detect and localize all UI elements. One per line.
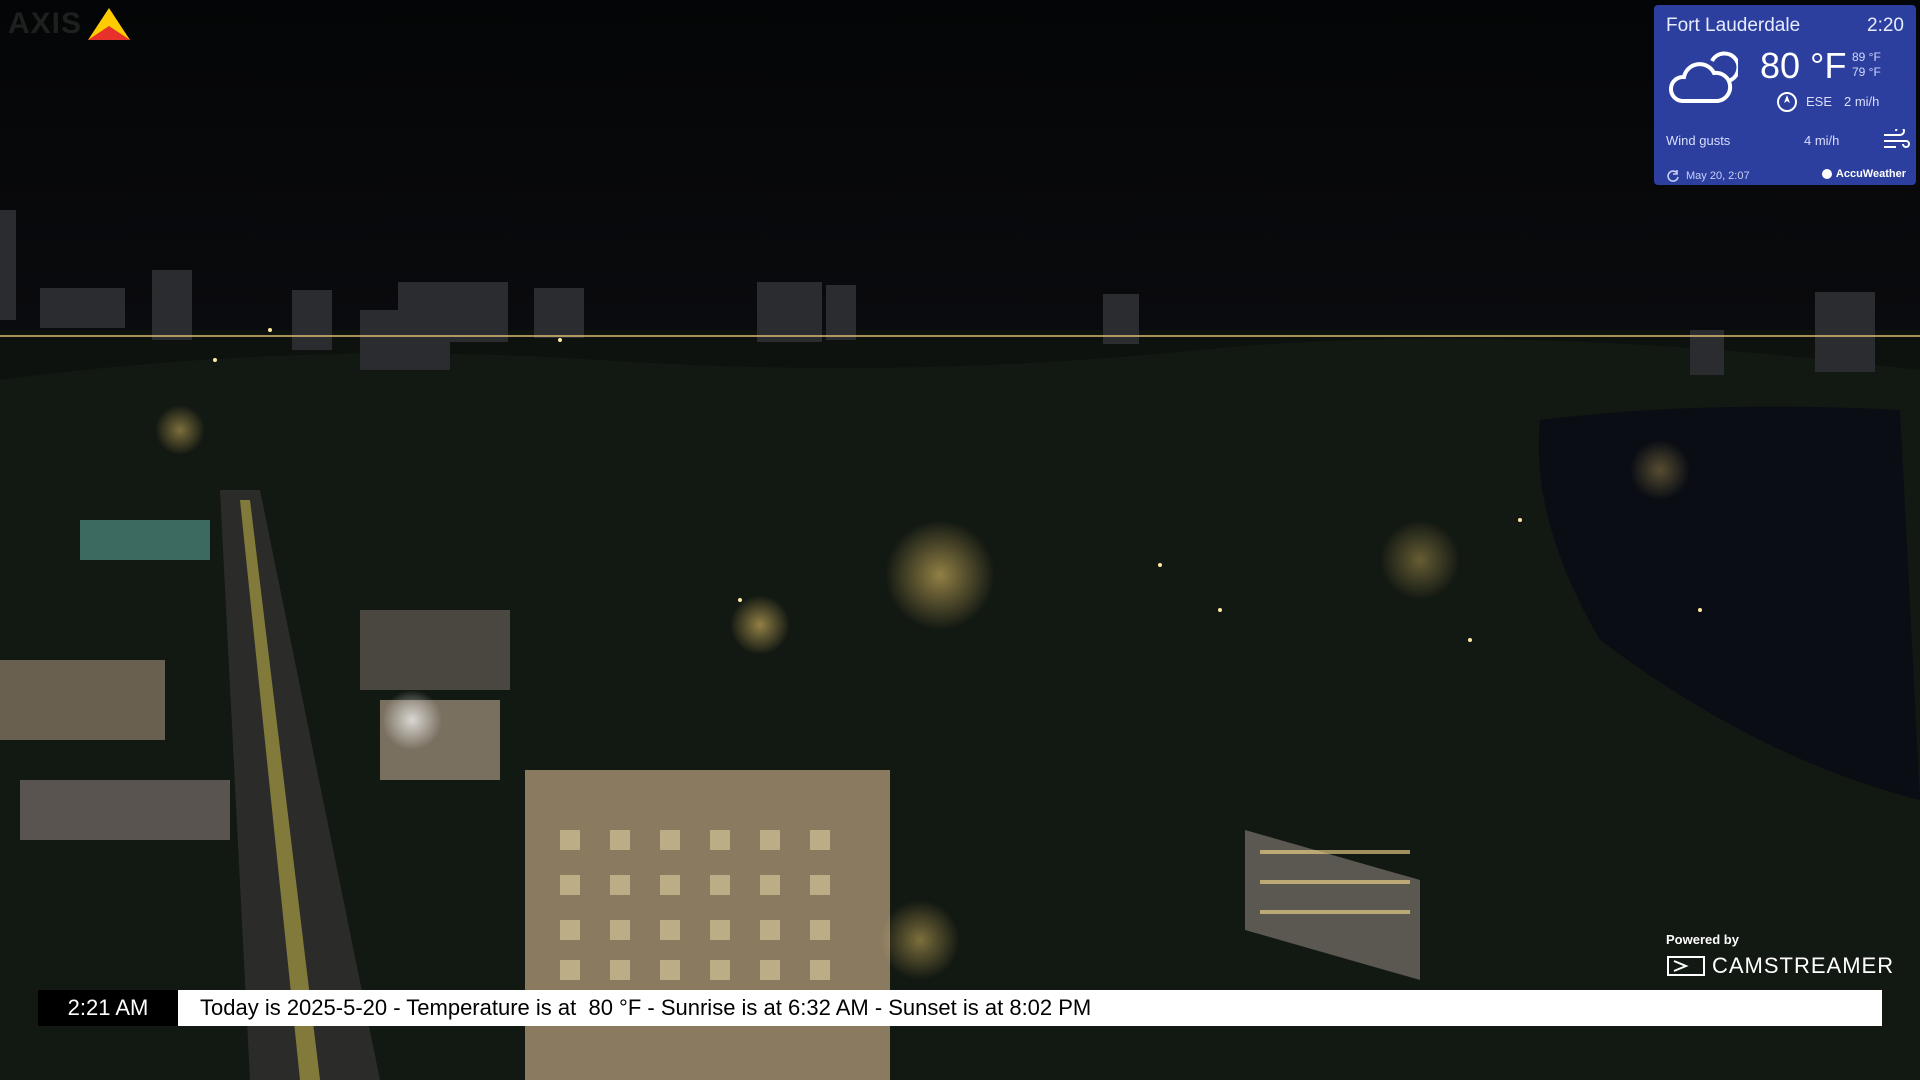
powered-by-camstreamer: Powered by CAMSTREAMER: [1666, 932, 1894, 979]
ticker-message: Today is 2025-5-20 - Temperature is at 8…: [178, 990, 1882, 1026]
axis-logo: AXIS: [8, 6, 132, 42]
wind-speed: 2 mi/h: [1844, 94, 1880, 109]
weather-low: 79 °F: [1852, 65, 1881, 79]
accuweather-sun-icon: [1821, 169, 1832, 179]
camstreamer-brand-text: CAMSTREAMER: [1712, 953, 1895, 978]
powered-by-label: Powered by: [1666, 932, 1739, 947]
weather-time: 2:20: [1867, 15, 1904, 36]
weather-updated-time: May 20, 2:07: [1686, 170, 1750, 182]
axis-triangle-icon: [88, 8, 131, 40]
ticker-clock: 2:21 AM: [38, 990, 178, 1026]
partly-cloudy-night-icon: [1669, 51, 1738, 103]
accuweather-brand-text: AccuWeather: [1835, 168, 1906, 180]
axis-logo-text: AXIS: [8, 7, 83, 40]
weather-city: Fort Lauderdale: [1666, 15, 1801, 36]
camstreamer-logo: CAMSTREAMER: [1666, 953, 1894, 979]
wind-icon: [1884, 129, 1910, 148]
accuweather-logo: AccuWeather: [1821, 168, 1906, 180]
weather-widget: Fort Lauderdale 2:20 80 °F 89 °F 79 °F E…: [1654, 5, 1916, 185]
weather-temperature: 80 °F: [1760, 45, 1847, 86]
webcam-city-night-view: [0, 0, 1920, 1080]
weather-high: 89 °F: [1852, 50, 1881, 64]
wind-compass-icon: [1777, 92, 1797, 112]
wind-gusts-value: 4 mi/h: [1804, 133, 1840, 148]
camstreamer-icon: [1667, 956, 1705, 976]
wind-direction: ESE: [1806, 94, 1833, 109]
refresh-icon: [1667, 170, 1679, 182]
info-ticker: 2:21 AM Today is 2025-5-20 - Temperature…: [38, 990, 1882, 1026]
wind-gusts-label: Wind gusts: [1666, 133, 1731, 148]
